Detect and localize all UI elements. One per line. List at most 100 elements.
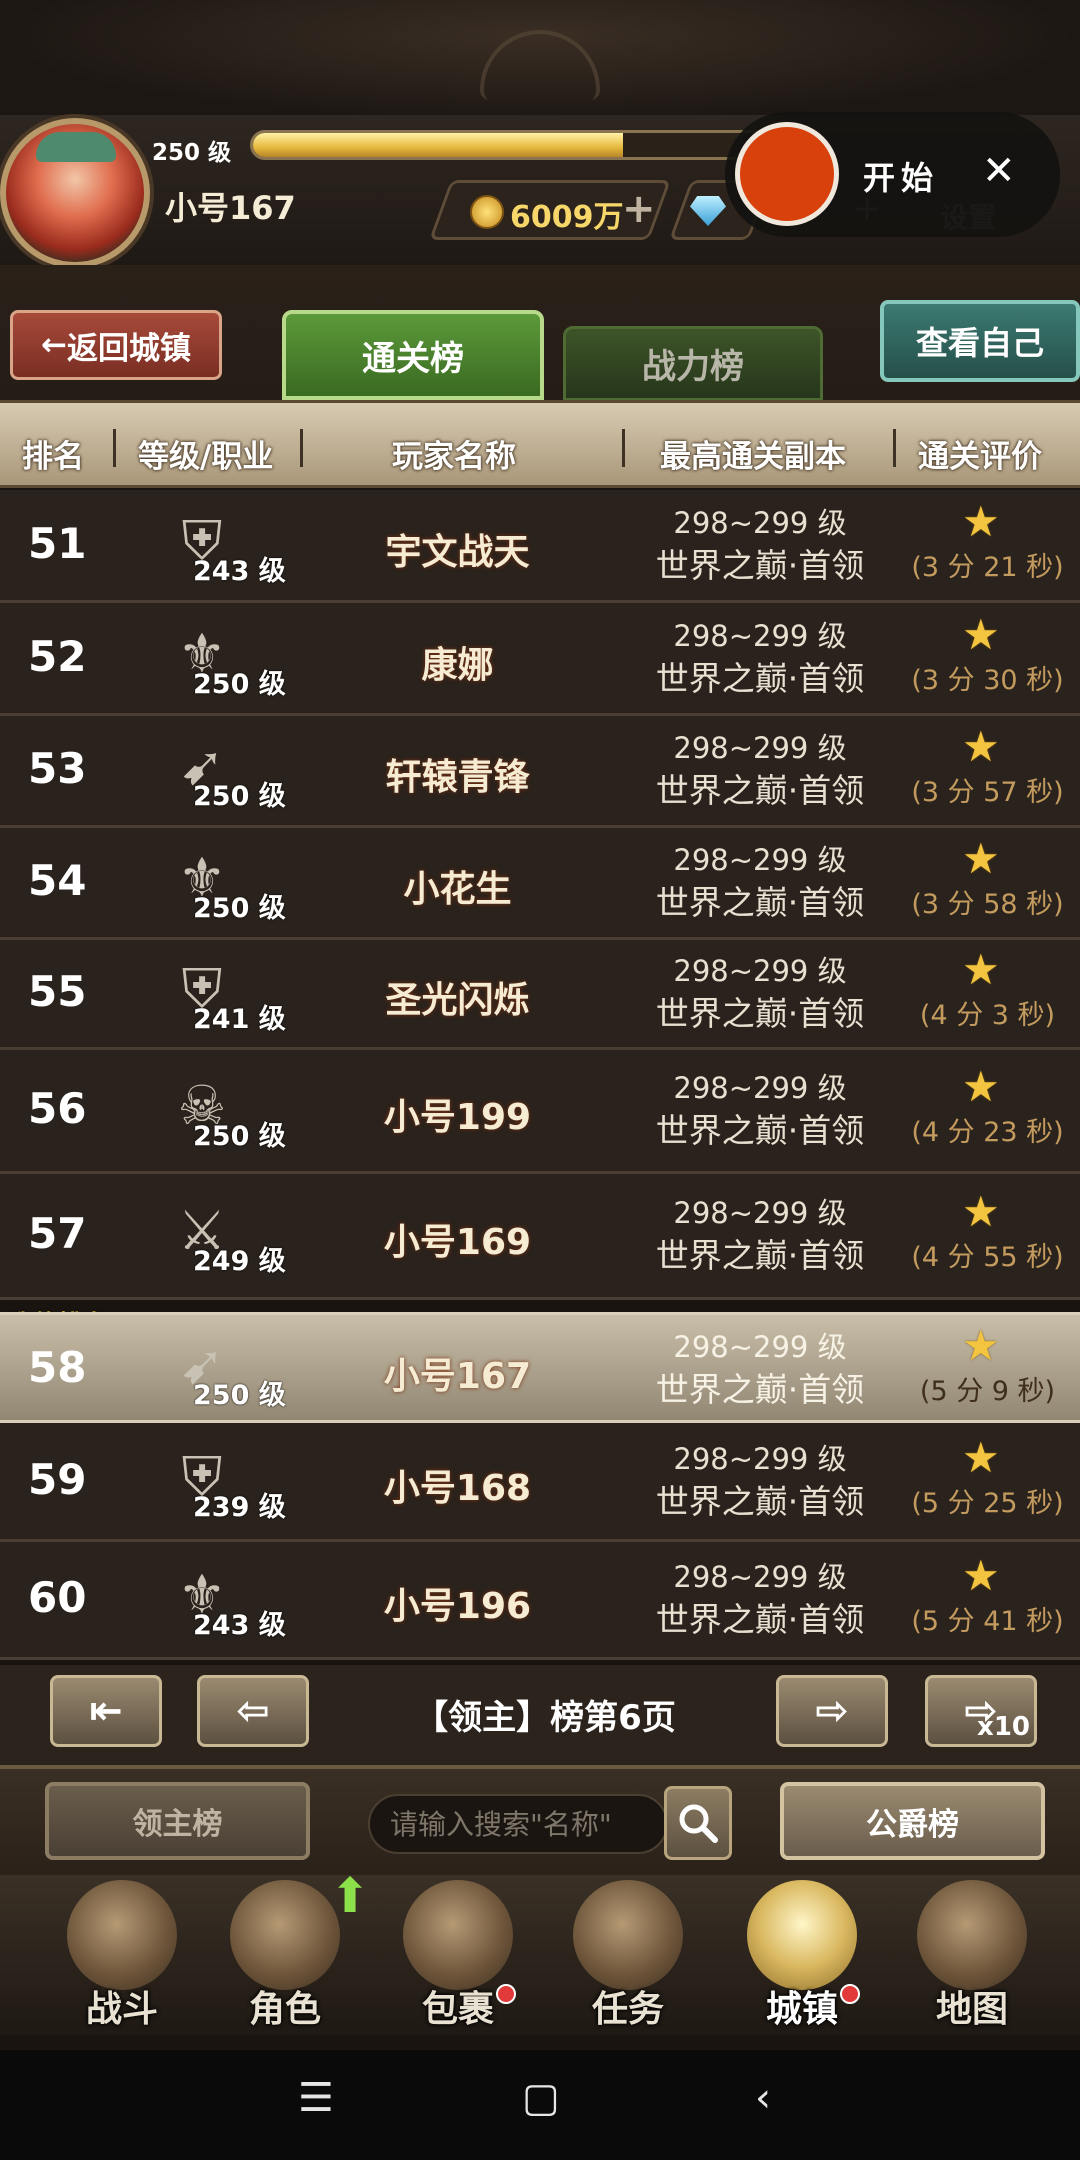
player-name-cell: 康娜: [421, 644, 494, 686]
back-label: 返回城镇: [66, 330, 191, 367]
clear-time: (3 分 58 秒): [911, 889, 1064, 920]
rank-number: 58: [28, 1342, 87, 1392]
close-icon[interactable]: ✕: [982, 148, 1016, 194]
view-self-button[interactable]: 查看自己: [880, 300, 1080, 382]
record-start-label[interactable]: 开始: [863, 153, 939, 199]
star-icon: ★: [962, 1551, 1000, 1600]
clear-time: (5 分 25 秒): [911, 1487, 1064, 1519]
rank-number: 54: [28, 856, 87, 905]
star-icon: ★: [962, 1320, 1000, 1370]
tab-power-ranking[interactable]: 战力榜: [563, 326, 823, 401]
nav-label: 角色: [248, 1989, 321, 2030]
row-level: 250 级: [193, 893, 286, 924]
back-icon[interactable]: ‹: [755, 2075, 771, 2121]
avatar-hat: [36, 132, 116, 162]
row-level: 250 级: [193, 1379, 286, 1411]
rank-number: 59: [28, 1454, 87, 1504]
nav-item-map[interactable]: 地图: [892, 1880, 1052, 2030]
clear-time: (5 分 41 秒): [911, 1606, 1064, 1637]
gold-coin-icon: [470, 195, 504, 229]
add-gold-button[interactable]: +: [622, 186, 656, 232]
table-row[interactable]: 54 ⚜ 250 级小花生 298~299 级世界之巅·首领 ★ (3 分 58 秒): [0, 828, 1080, 940]
notification-dot: [496, 1984, 516, 2004]
nav-label: 战斗: [85, 1989, 158, 2030]
star-icon: ★: [962, 1432, 1000, 1482]
star-icon: ★: [962, 722, 1000, 771]
back-to-town-button[interactable]: ← 返回城镇: [10, 310, 222, 380]
player-name-cell: 小号196: [383, 1586, 532, 1627]
rank-number: 51: [28, 518, 87, 568]
nav-item-town[interactable]: 城镇: [722, 1880, 882, 2030]
bag-icon: [403, 1880, 513, 1990]
table-row[interactable]: 56 ☠ 250 级小号199 298~299 级世界之巅·首领 ★ (4 分 23 秒): [0, 1050, 1080, 1174]
star-icon: ★: [962, 1062, 1000, 1111]
star-icon: ★: [962, 496, 1000, 546]
next-page-button[interactable]: ⇨: [776, 1675, 888, 1747]
battle-icon: [67, 1880, 177, 1990]
search-button[interactable]: [664, 1786, 732, 1860]
back-arrow-icon: ←: [41, 327, 67, 363]
player-name: 小号167: [165, 189, 296, 227]
player-avatar[interactable]: [0, 118, 150, 268]
rank-number: 52: [28, 631, 87, 681]
nav-item-character[interactable]: 角色: [205, 1880, 365, 2030]
dungeon-level: 298~299 级: [673, 954, 847, 988]
column-level-class: 等级/职业: [138, 439, 274, 475]
lord-ranking-button[interactable]: 领主榜: [45, 1782, 310, 1860]
dungeon-level: 298~299 级: [673, 1441, 847, 1476]
character-icon: [230, 1880, 340, 1990]
dungeon-name: 世界之巅·首领: [655, 658, 865, 698]
table-row[interactable]: 53 ➹ 250 级轩辕青锋 298~299 级世界之巅·首领 ★ (3 分 57 秒): [0, 716, 1080, 828]
player-name-cell: 小号199: [383, 1097, 532, 1138]
player-name-cell: 轩辕青锋: [385, 757, 530, 798]
dungeon-name: 世界之巅·首领: [655, 994, 865, 1033]
row-level: 250 级: [193, 668, 286, 700]
tab-clear-ranking[interactable]: 通关榜: [282, 310, 544, 400]
dungeon-level: 298~299 级: [673, 843, 847, 877]
column-divider: [300, 429, 303, 467]
first-page-button[interactable]: ⇤: [50, 1675, 162, 1747]
player-name-cell: 小花生: [403, 869, 512, 910]
dungeon-level: 298~299 级: [673, 618, 847, 653]
column-best-dungeon: 最高通关副本: [660, 439, 846, 475]
table-row[interactable]: 60 ⚜ 243 级小号196 298~299 级世界之巅·首领 ★ (5 分 41 秒): [0, 1542, 1080, 1660]
nav-item-battle[interactable]: 战斗: [42, 1880, 202, 2030]
row-level: 250 级: [193, 781, 286, 812]
dungeon-name: 世界之巅·首领: [655, 771, 865, 810]
my-ranking-row[interactable]: 58 ➹ 250 级小号167 298~299 级世界之巅·首领 ★ (5 分 9 秒): [0, 1312, 1080, 1423]
top-ornament: [0, 0, 1080, 120]
rank-number: 55: [28, 967, 87, 1016]
menu-icon[interactable]: ☰: [298, 2075, 334, 2121]
star-icon: ★: [962, 834, 1000, 883]
nav-label: 地图: [935, 1989, 1008, 2030]
nav-item-quest[interactable]: 任务: [548, 1880, 708, 2030]
nav-item-bag[interactable]: 包裹: [378, 1880, 538, 2030]
dungeon-level: 298~299 级: [673, 1196, 847, 1230]
column-rank: 排名: [22, 439, 84, 475]
clear-time: (4 分 3 秒): [919, 1000, 1056, 1031]
table-row[interactable]: 51 ⛨ 243 级宇文战天 298~299 级世界之巅·首领 ★ (3 分 21 秒): [0, 490, 1080, 603]
table-header: 排名 等级/职业 玩家名称 最高通关副本 通关评价: [0, 400, 1080, 488]
table-row[interactable]: 59 ⛨ 239 级小号168 298~299 级世界之巅·首领 ★ (5 分 25 秒): [0, 1423, 1080, 1542]
player-level: 250 级: [152, 140, 232, 166]
quest-icon: [573, 1880, 683, 1990]
dungeon-name: 世界之巅·首领: [655, 1111, 865, 1150]
prev-page-button[interactable]: ⇦: [197, 1675, 309, 1747]
table-row[interactable]: 52 ⚜ 250 级康娜 298~299 级世界之巅·首领 ★ (3 分 30 秒): [0, 603, 1080, 716]
row-level: 239 级: [193, 1491, 286, 1523]
player-name-cell: 小号167: [383, 1355, 532, 1397]
table-row[interactable]: 57 ⚔ 249 级小号169 298~299 级世界之巅·首领 ★ (4 分 55 秒): [0, 1174, 1080, 1300]
table-row[interactable]: 55 ⛨ 241 级圣光闪烁 298~299 级世界之巅·首领 ★ (4 分 3 秒): [0, 940, 1080, 1050]
clear-time: (3 分 57 秒): [911, 777, 1064, 808]
clear-time: (5 分 9 秒): [919, 1375, 1056, 1407]
nav-label: 任务: [591, 1989, 664, 2030]
record-button[interactable]: [735, 122, 839, 226]
dungeon-name: 世界之巅·首领: [655, 545, 865, 585]
row-level: 250 级: [193, 1121, 286, 1152]
duke-ranking-button[interactable]: 公爵榜: [780, 1782, 1045, 1860]
next-10-pages-button[interactable]: ⇨ x10: [925, 1675, 1037, 1747]
home-icon[interactable]: ▢: [522, 2075, 560, 2121]
rank-number: 57: [28, 1209, 87, 1258]
search-input[interactable]: [368, 1794, 668, 1854]
player-name-cell: 宇文战天: [385, 531, 530, 573]
